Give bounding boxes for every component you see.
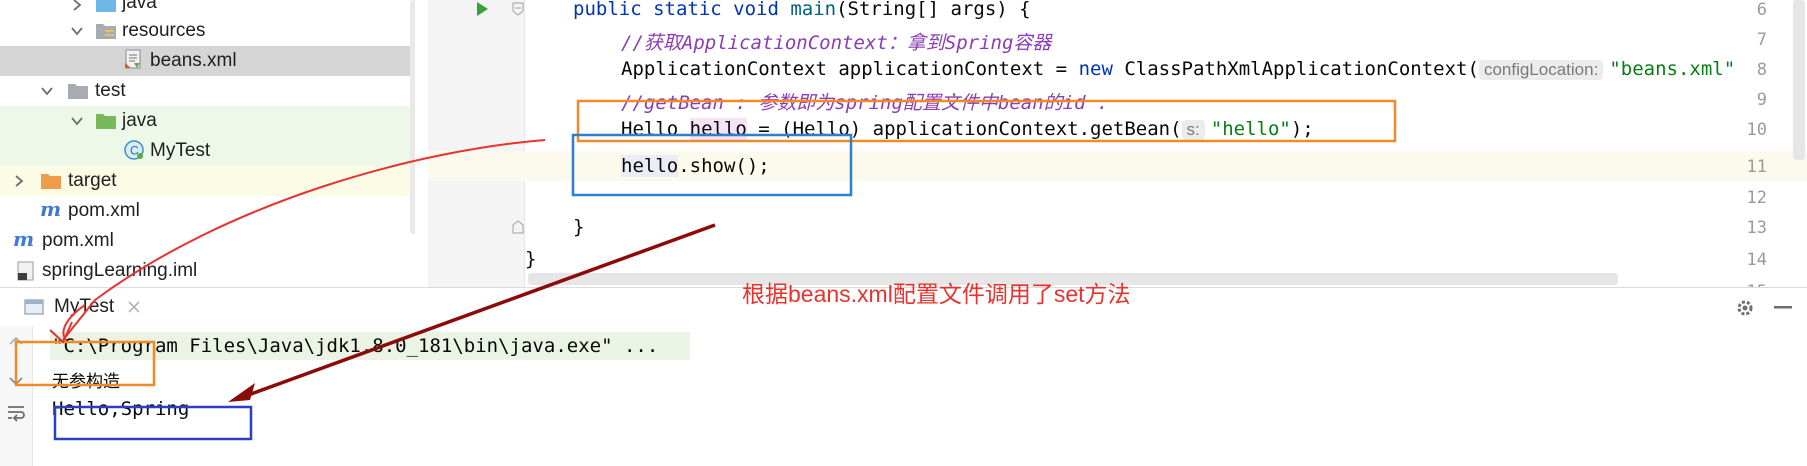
code-line[interactable]: 14 } xyxy=(428,244,1807,274)
code-text: ApplicationContext applicationContext = xyxy=(621,58,1079,80)
annotation-text: 根据beans.xml配置文件调用了set方法 xyxy=(742,281,1131,307)
excluded-folder-icon xyxy=(41,174,61,189)
chevron-down-icon[interactable] xyxy=(40,84,54,98)
maven-icon: m xyxy=(40,197,62,221)
tree-item-label: target xyxy=(68,170,117,191)
console-output-line[interactable]: 无参构造 xyxy=(52,367,120,392)
line-number: 9 xyxy=(1756,90,1767,110)
code-variable: hello xyxy=(621,155,679,177)
code-variable: hello xyxy=(689,118,747,140)
tree-item-mytest[interactable]: C MyTest xyxy=(0,136,415,166)
code-text: .show(); xyxy=(678,155,770,177)
fold-icon[interactable] xyxy=(512,220,524,234)
code-line[interactable]: 6 public static void main(String[] args)… xyxy=(428,0,1807,24)
close-icon[interactable] xyxy=(128,301,140,313)
tab-label: MyTest xyxy=(54,296,115,317)
tree-item-label: test xyxy=(95,80,126,101)
run-icon[interactable] xyxy=(474,1,490,17)
test-folder-icon xyxy=(96,114,116,129)
line-number: 14 xyxy=(1746,250,1767,270)
tree-item-target[interactable]: target xyxy=(0,166,415,196)
code-line[interactable]: 13 } xyxy=(428,212,1807,242)
code-text: } xyxy=(525,248,537,270)
tree-item-spring-learning-iml[interactable]: springLearning.iml xyxy=(0,256,415,286)
fold-icon[interactable] xyxy=(512,2,524,16)
line-number: 13 xyxy=(1746,218,1767,238)
code-text: = (Hello) applicationContext.getBean( xyxy=(746,118,1182,140)
tree-item-test[interactable]: test xyxy=(0,76,415,106)
maven-icon: m xyxy=(13,227,35,251)
minimize-icon[interactable] xyxy=(1774,306,1792,310)
tree-item-label: java xyxy=(122,110,157,131)
console-icon xyxy=(24,299,44,315)
tree-scrollbar[interactable] xyxy=(410,0,415,234)
run-toolbar xyxy=(0,326,33,466)
parameter-hint: configLocation: xyxy=(1478,60,1604,80)
arrow-up-icon[interactable] xyxy=(7,336,25,354)
tree-item-resources[interactable]: resources xyxy=(0,16,415,46)
code-line[interactable]: 10 Hello hello = (Hello) applicationCont… xyxy=(428,114,1807,144)
code-line[interactable]: 9 //getBean : 参数即为spring配置文件中bean的id . xyxy=(428,84,1807,114)
code-line-current[interactable]: 11 hello.show(); xyxy=(428,151,1807,181)
editor-vertical-scrollbar[interactable] xyxy=(1793,0,1805,160)
parameter-hint: s: xyxy=(1181,120,1205,140)
code-keyword: public static void xyxy=(573,0,791,20)
java-class-icon: C xyxy=(124,140,144,160)
tab-mytest[interactable]: MyTest xyxy=(22,291,152,323)
run-panel: MyTest "C:\Program Files\Java\jdk1.8.0_1… xyxy=(0,287,1807,466)
line-number: 6 xyxy=(1756,0,1767,20)
code-comment: //getBean : 参数即为spring配置文件中bean的id . xyxy=(621,92,1109,114)
code-line[interactable]: 7 //获取ApplicationContext：拿到Spring容器 xyxy=(428,24,1807,54)
line-number: 12 xyxy=(1746,188,1767,208)
tree-item-beans-xml[interactable]: beans.xml xyxy=(0,46,415,76)
tree-item-pom-xml-module[interactable]: m pom.xml xyxy=(0,196,415,226)
chevron-down-icon[interactable] xyxy=(70,24,84,38)
tree-item-label: pom.xml xyxy=(68,200,140,221)
tree-item-label: beans.xml xyxy=(150,50,237,71)
code-line[interactable]: 12 xyxy=(428,182,1807,212)
iml-file-icon xyxy=(17,261,34,281)
code-text: (String[] args) { xyxy=(836,0,1031,20)
console-output-line[interactable]: "C:\Program Files\Java\jdk1.8.0_181\bin\… xyxy=(52,335,658,357)
folder-icon xyxy=(68,84,88,99)
soft-wrap-icon[interactable] xyxy=(6,404,26,422)
code-keyword: new xyxy=(1078,58,1113,80)
code-text: Hello xyxy=(621,118,690,140)
gear-icon[interactable] xyxy=(1735,298,1755,318)
code-method-name: main xyxy=(790,0,837,20)
tree-item-label: springLearning.iml xyxy=(42,260,198,281)
chevron-right-icon[interactable] xyxy=(70,0,84,12)
code-text: } xyxy=(573,216,585,238)
code-string: "hello" xyxy=(1210,118,1291,140)
code-string: "beans.xml" xyxy=(1609,58,1736,80)
tree-item-label: java xyxy=(122,0,157,13)
tree-item-pom-xml-root[interactable]: m pom.xml xyxy=(0,226,415,256)
tree-item-label: resources xyxy=(122,20,206,41)
chevron-down-icon[interactable] xyxy=(70,114,84,128)
project-tree: java resources beans.xml test java C MyT… xyxy=(0,0,415,287)
chevron-right-icon[interactable] xyxy=(12,174,26,188)
line-number: 7 xyxy=(1756,30,1767,50)
console-output-line[interactable]: Hello,Spring xyxy=(52,398,189,420)
code-text: ); xyxy=(1290,118,1314,140)
tree-item-label: pom.xml xyxy=(42,230,114,251)
line-number: 10 xyxy=(1746,120,1767,140)
resources-folder-icon xyxy=(96,24,116,39)
tree-item-label: MyTest xyxy=(150,140,211,161)
tree-item-java-test[interactable]: java xyxy=(0,106,415,136)
source-folder-icon xyxy=(96,0,116,12)
line-number: 11 xyxy=(1746,157,1767,177)
code-editor[interactable]: 6 public static void main(String[] args)… xyxy=(428,0,1807,287)
arrow-down-icon[interactable] xyxy=(7,368,25,386)
code-line[interactable]: 8 ApplicationContext applicationContext … xyxy=(428,54,1807,84)
xml-file-icon xyxy=(125,49,141,69)
code-comment: //获取ApplicationContext：拿到Spring容器 xyxy=(621,32,1052,54)
code-text: ClassPathXmlApplicationContext( xyxy=(1112,58,1479,80)
